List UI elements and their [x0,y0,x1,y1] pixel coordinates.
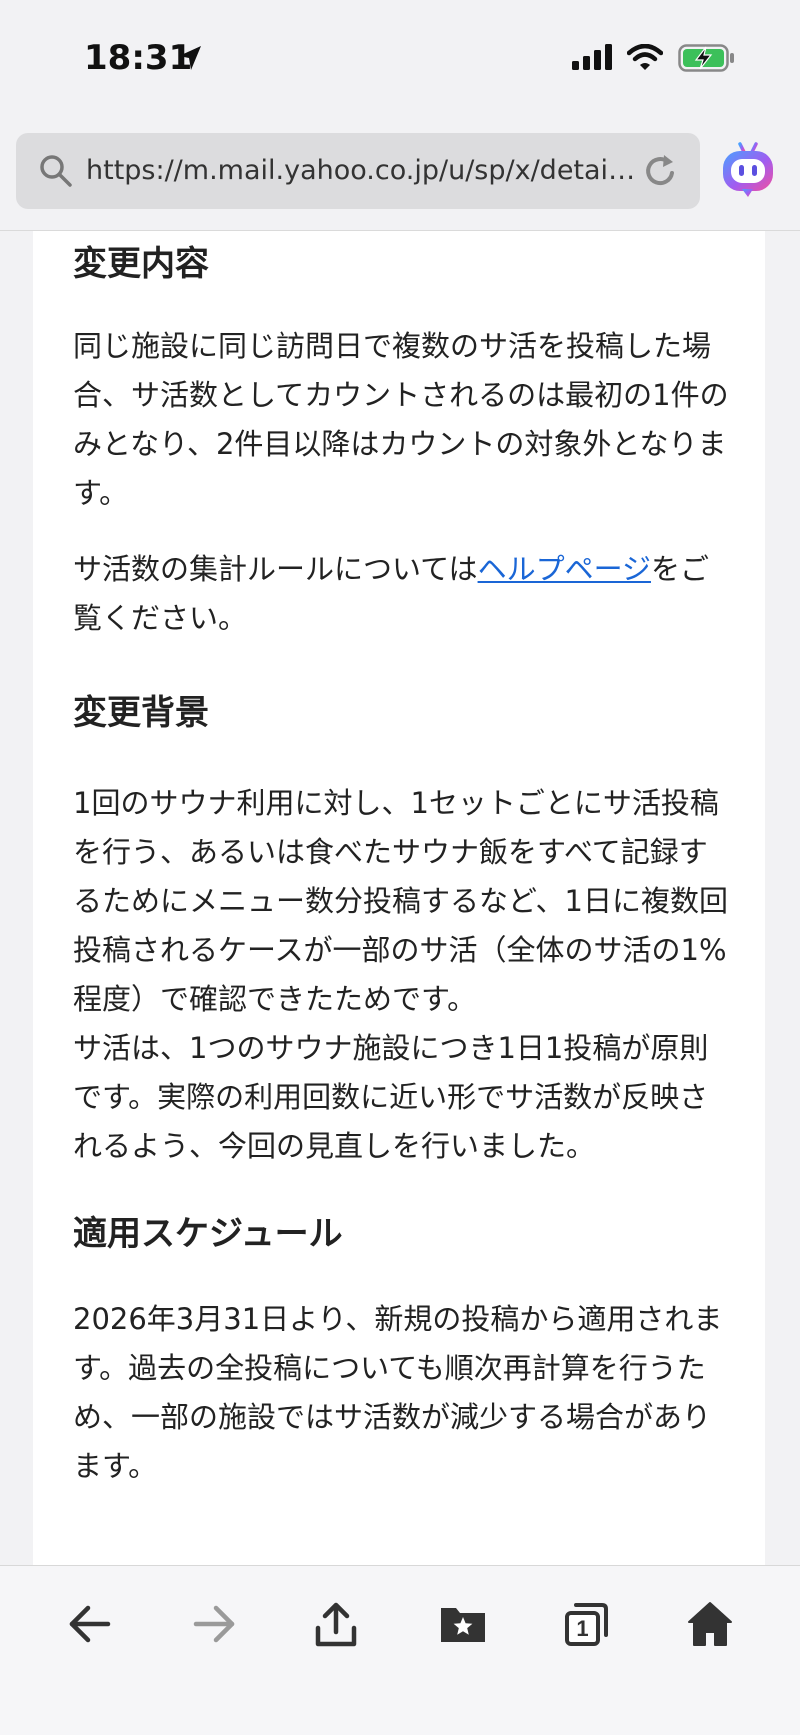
tabs-count: 1 [576,1616,589,1641]
back-arrow-icon[interactable] [66,1600,114,1652]
background-text-2: サ活は、1つのサウナ施設につき1日1投稿が原則です。実際の利用回数に近い形でサ活… [73,1031,709,1163]
change-details-text: 同じ施設に同じ訪問日で複数のサ活を投稿した場合、サ活数としてカウントされるのは最… [73,329,729,510]
background-text-1: 1回のサウナ利用に対し、1セットごとにサ活投稿を行う、あるいは食べたサウナ飯をす… [73,786,729,1016]
cellular-signal-icon [572,44,614,74]
status-bar: 18:31 [0,0,800,120]
location-arrow-icon [177,44,203,76]
email-body: 変更内容 同じ施設に同じ訪問日で複数のサ活を投稿した場合、サ活数としてカウントさ… [33,231,765,1565]
reload-icon[interactable] [640,151,680,195]
heading-schedule: 適用スケジュール [73,1214,343,1254]
help-reference-text: サ活数の集計ルールについてはヘルプページをご覧ください。 [73,545,733,643]
tabs-icon[interactable]: 1 [562,1600,610,1652]
help-page-link[interactable]: ヘルプページ [478,552,651,586]
schedule-text: 2026年3月31日より、新規の投稿から適用されます。過去の全投稿についても順次… [73,1302,723,1483]
forward-arrow-icon[interactable] [190,1600,238,1652]
address-bar[interactable]: https://m.mail.yahoo.co.jp/u/sp/x/detail… [16,133,700,209]
wifi-icon [626,43,664,74]
home-icon[interactable] [686,1600,734,1652]
heading-background: 変更背景 [73,693,209,733]
assistant-bot-icon[interactable] [720,140,776,204]
url-text[interactable]: https://m.mail.yahoo.co.jp/u/sp/x/detail… [86,155,641,186]
share-icon[interactable] [312,1600,360,1652]
status-time: 18:31 [84,38,193,78]
bottom-toolbar: 1 [0,1565,800,1735]
battery-charging-icon [678,44,736,76]
heading-change-details: 変更内容 [73,244,209,284]
bookmarks-folder-icon[interactable] [438,1600,488,1652]
help-text-prefix: サ活数の集計ルールについては [73,552,478,586]
search-icon [38,153,74,193]
